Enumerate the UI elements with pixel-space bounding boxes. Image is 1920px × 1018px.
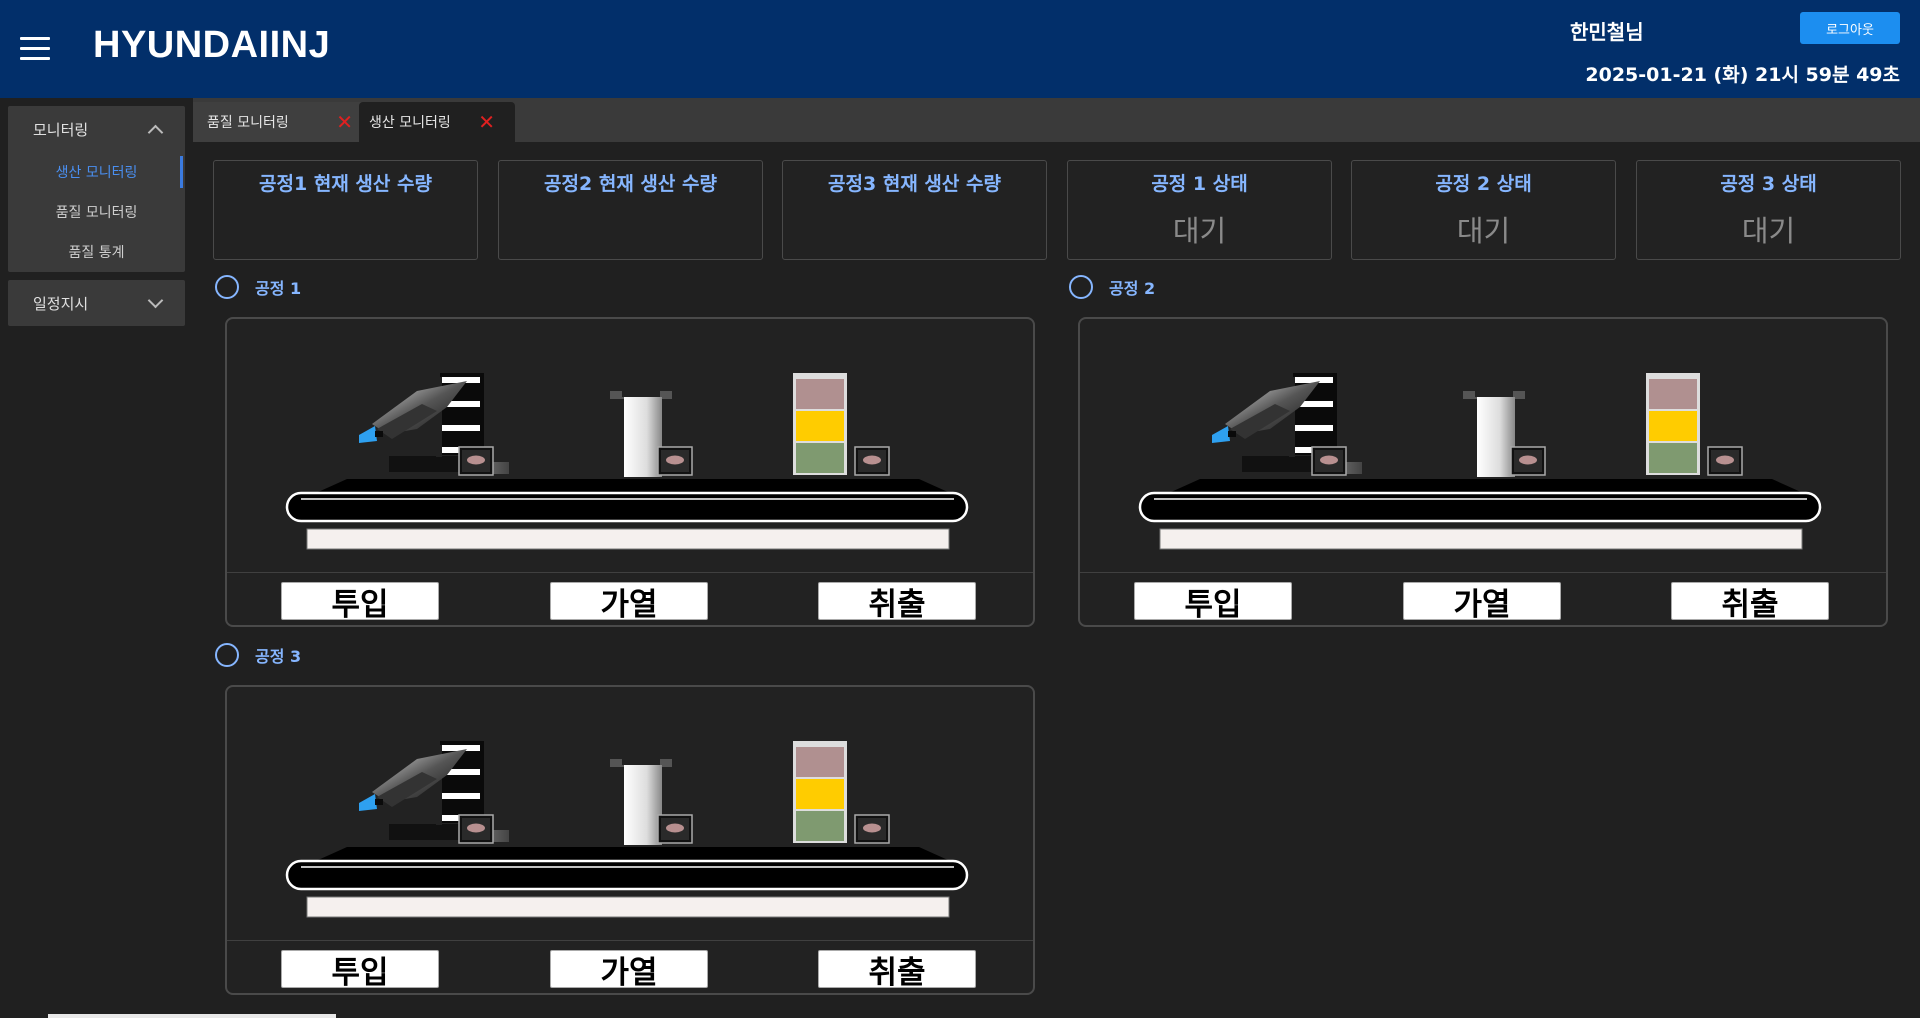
process3-panel: 투입 가열 취출 xyxy=(225,685,1035,995)
chevron-down-icon xyxy=(147,292,164,308)
close-icon[interactable]: ✕ xyxy=(478,112,495,132)
step-input-button[interactable]: 투입 xyxy=(281,950,439,991)
menu-group-monitoring: 모니터링 생산 모니터링 품질 모니터링 품질 통계 xyxy=(8,106,185,272)
step-heat-button[interactable]: 가열 xyxy=(1403,582,1561,623)
chevron-up-icon xyxy=(147,124,164,140)
card-process3-status: 공정 3 상태 대기 xyxy=(1636,160,1901,260)
app-header: HYUNDAIINJ 한민철님 로그아웃 2025-01-21 (화) 21시 … xyxy=(0,0,1920,98)
sidebar: 모니터링 생산 모니터링 품질 모니터링 품질 통계 일정지시 xyxy=(8,106,185,334)
radio-icon[interactable] xyxy=(215,643,239,667)
card-process1-status: 공정 1 상태 대기 xyxy=(1067,160,1332,260)
horizontal-scrollbar[interactable] xyxy=(48,1014,336,1018)
tab-label: 생산 모니터링 xyxy=(369,115,451,131)
step-input-button[interactable]: 투입 xyxy=(281,582,439,623)
menu-schedule-toggle[interactable]: 일정지시 xyxy=(8,280,185,326)
card-process3-count: 공정3 현재 생산 수량 xyxy=(782,160,1047,260)
process-label: 공정 2 xyxy=(1109,279,1156,298)
card-title: 공정3 현재 생산 수량 xyxy=(828,173,1001,195)
menu-monitoring-toggle[interactable]: 모니터링 xyxy=(8,106,185,152)
card-title: 공정 1 상태 xyxy=(1151,173,1248,195)
card-title: 공정2 현재 생산 수량 xyxy=(544,173,717,195)
status-value: 대기 xyxy=(1456,214,1511,248)
status-value: 대기 xyxy=(1172,214,1227,248)
menu-group-schedule: 일정지시 xyxy=(8,280,185,326)
process-label: 공정 1 xyxy=(255,279,302,298)
tab-bar: 품질 모니터링 ✕ 생산 모니터링 ✕ xyxy=(193,98,1920,142)
machine-diagram xyxy=(227,687,1033,940)
sidebar-item-quality-statistics[interactable]: 품질 통계 xyxy=(8,232,185,272)
step-heat-button[interactable]: 가열 xyxy=(550,950,708,991)
step-input-button[interactable]: 투입 xyxy=(1134,582,1292,623)
tab-label: 품질 모니터링 xyxy=(207,115,289,131)
menu-monitoring-label: 모니터링 xyxy=(33,120,89,139)
tab-production-monitoring[interactable]: 생산 모니터링 ✕ xyxy=(359,102,515,142)
close-icon[interactable]: ✕ xyxy=(336,112,353,132)
process1-panel: 투입 가열 취출 xyxy=(225,317,1035,627)
current-datetime: 2025-01-21 (화) 21시 59분 49초 xyxy=(1585,64,1900,86)
hamburger-menu-icon[interactable] xyxy=(20,37,50,61)
card-title: 공정 3 상태 xyxy=(1720,173,1817,195)
radio-icon[interactable] xyxy=(215,275,239,299)
user-name: 한민철님 xyxy=(1570,20,1644,44)
step-eject-button[interactable]: 취출 xyxy=(818,950,976,991)
process2-selector[interactable]: 공정 2 xyxy=(1069,275,1155,299)
brand-logo: HYUNDAIINJ xyxy=(93,24,331,66)
card-title: 공정 2 상태 xyxy=(1435,173,1532,195)
sidebar-item-quality-monitoring[interactable]: 품질 모니터링 xyxy=(8,192,185,232)
card-title: 공정1 현재 생산 수량 xyxy=(259,173,432,195)
card-process2-status: 공정 2 상태 대기 xyxy=(1351,160,1616,260)
machine-diagram xyxy=(1080,319,1886,572)
step-heat-button[interactable]: 가열 xyxy=(550,582,708,623)
process3-selector[interactable]: 공정 3 xyxy=(215,643,301,667)
status-value: 대기 xyxy=(1741,214,1796,248)
card-process2-count: 공정2 현재 생산 수량 xyxy=(498,160,763,260)
machine-diagram xyxy=(227,319,1033,572)
process2-panel: 투입 가열 취출 xyxy=(1078,317,1888,627)
tab-quality-monitoring[interactable]: 품질 모니터링 ✕ xyxy=(193,102,365,142)
process-label: 공정 3 xyxy=(255,647,302,666)
radio-icon[interactable] xyxy=(1069,275,1093,299)
sidebar-item-production-monitoring[interactable]: 생산 모니터링 xyxy=(8,152,185,192)
menu-schedule-label: 일정지시 xyxy=(33,294,89,313)
logout-button[interactable]: 로그아웃 xyxy=(1800,12,1900,44)
card-process1-count: 공정1 현재 생산 수량 xyxy=(213,160,478,260)
process1-selector[interactable]: 공정 1 xyxy=(215,275,301,299)
step-eject-button[interactable]: 취출 xyxy=(1671,582,1829,623)
step-eject-button[interactable]: 취출 xyxy=(818,582,976,623)
